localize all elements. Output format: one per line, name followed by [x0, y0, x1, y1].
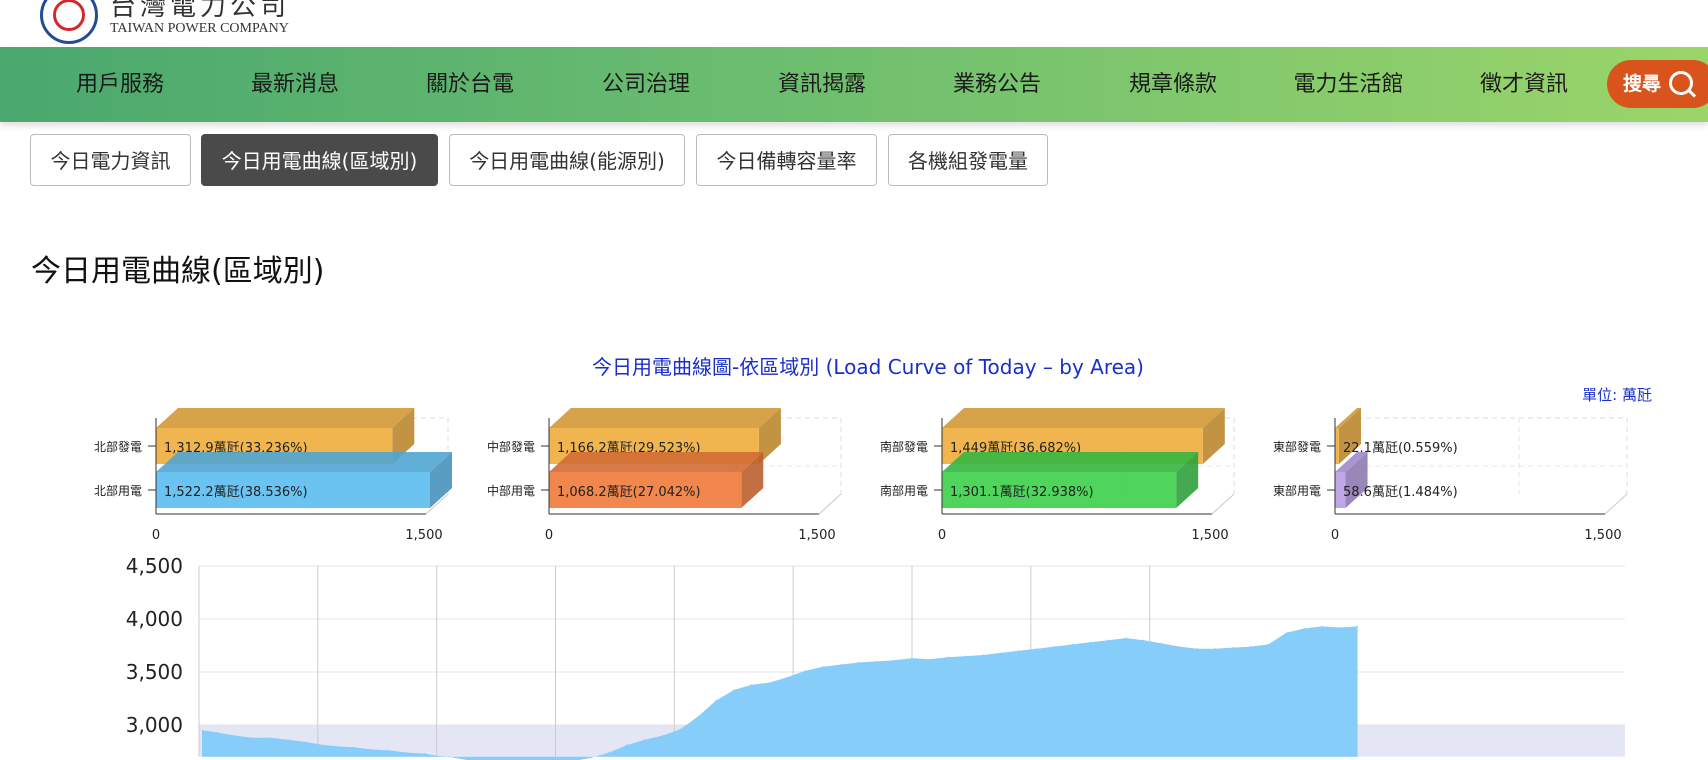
load-data-point	[388, 749, 390, 752]
load-data-point	[1339, 626, 1341, 629]
load-data-point	[911, 657, 913, 659]
load-data-point	[733, 689, 735, 691]
load-data-point	[1214, 648, 1216, 650]
load-data-point	[287, 739, 289, 741]
y-tick-label: 3,000	[126, 713, 183, 737]
load-data-point	[626, 744, 628, 746]
load-data-point	[1160, 642, 1163, 645]
load-data-point	[1321, 625, 1323, 628]
bar-category-label: 北部發電	[94, 439, 142, 454]
bar-category-label: 南部發電	[880, 439, 928, 454]
bar-category-label: 中部發電	[487, 439, 535, 454]
bar-top-face	[942, 452, 1199, 472]
bar-top-face	[942, 408, 1225, 428]
bar-x-tick-label: 0	[545, 528, 553, 543]
load-data-point	[1303, 627, 1305, 630]
load-data-point	[352, 746, 355, 748]
bar-top-face	[549, 452, 764, 472]
load-data-point	[608, 752, 610, 754]
load-data-point	[1054, 646, 1056, 648]
chart-title: 今日用電曲線圖-依區域別 (Load Curve of Today – by A…	[592, 355, 1144, 379]
bar-data-label: 58.6萬瓩(1.484%)	[1343, 485, 1458, 500]
load-data-point	[269, 737, 271, 739]
load-data-point	[1267, 643, 1270, 646]
bar-top-face	[156, 452, 452, 472]
load-data-point	[1036, 648, 1038, 650]
unit-label: 單位: 萬瓩	[1582, 386, 1652, 404]
bar-data-label: 1,522.2萬瓩(38.536%)	[164, 485, 308, 500]
load-data-point	[424, 753, 426, 755]
bar-panel-floor-edge	[1604, 493, 1628, 515]
load-data-point	[679, 728, 681, 730]
bar-category-label: 南部用電	[880, 483, 928, 498]
load-data-point	[234, 735, 236, 737]
load-data-point	[1000, 652, 1002, 654]
load-data-point	[448, 756, 450, 758]
load-data-point	[715, 700, 717, 702]
load-data-point	[1285, 632, 1287, 634]
load-data-point	[590, 757, 592, 759]
bar-panel-floor-edge	[818, 493, 842, 515]
load-data-point	[840, 664, 842, 666]
bar-x-tick-label: 1,500	[1584, 528, 1621, 543]
load-data-point	[1357, 625, 1359, 628]
load-data-point	[1196, 648, 1198, 650]
load-data-point	[1107, 639, 1109, 641]
bar-data-label: 1,301.1萬瓩(32.938%)	[950, 485, 1094, 500]
y-tick-label: 3,500	[126, 660, 183, 684]
load-data-point	[982, 654, 984, 656]
y-tick-label: 4,500	[126, 554, 183, 578]
load-data-point	[661, 735, 664, 737]
load-data-point	[1178, 646, 1180, 648]
bar-category-label: 中部用電	[487, 483, 535, 498]
load-data-point	[1018, 650, 1020, 652]
load-data-point	[893, 659, 895, 661]
load-data-point	[335, 745, 337, 747]
load-data-point	[875, 660, 878, 663]
bar-category-label: 東部發電	[1273, 439, 1321, 454]
bar-x-tick-label: 0	[938, 528, 946, 543]
load-data-point	[751, 684, 753, 686]
bar-front-face	[1335, 428, 1339, 464]
bar-category-label: 北部用電	[94, 483, 142, 498]
load-data-point	[317, 743, 319, 745]
bar-top-face	[549, 408, 781, 428]
load-data-point	[251, 737, 254, 739]
bar-x-tick-label: 0	[152, 528, 160, 543]
y-tick-label: 4,000	[126, 607, 183, 631]
load-data-point	[1071, 643, 1073, 646]
load-data-point	[406, 752, 408, 754]
bar-top-face	[156, 408, 415, 428]
load-data-point	[1232, 647, 1234, 649]
load-data-point	[370, 748, 372, 751]
load-data-point	[929, 658, 931, 660]
load-data-point	[305, 741, 307, 743]
bar-panel-floor-edge	[1211, 493, 1235, 515]
load-data-point	[964, 655, 967, 657]
bar-x-tick-label: 1,500	[798, 528, 835, 543]
load-data-point	[947, 656, 949, 658]
load-curve-chart: 今日用電曲線圖-依區域別 (Load Curve of Today – by A…	[94, 355, 1652, 760]
load-data-point	[822, 666, 824, 668]
load-data-point	[804, 670, 806, 672]
load-data-point	[786, 676, 788, 678]
bar-x-tick-label: 0	[1331, 528, 1339, 543]
load-data-point	[201, 729, 203, 731]
load-data-point	[216, 731, 218, 734]
load-data-point	[1089, 641, 1091, 643]
load-data-point	[1143, 639, 1145, 641]
load-data-point	[857, 661, 860, 664]
load-data-point	[768, 682, 771, 684]
bar-x-tick-label: 1,500	[1191, 528, 1228, 543]
load-data-point	[1125, 637, 1127, 639]
bar-data-label: 1,068.2萬瓩(27.042%)	[557, 485, 701, 500]
load-data-point	[436, 755, 438, 757]
bar-category-label: 東部用電	[1273, 483, 1321, 498]
load-data-point	[697, 715, 699, 718]
load-data-point	[644, 739, 646, 741]
bar-x-tick-label: 1,500	[405, 528, 442, 543]
load-data-point	[1250, 646, 1252, 648]
